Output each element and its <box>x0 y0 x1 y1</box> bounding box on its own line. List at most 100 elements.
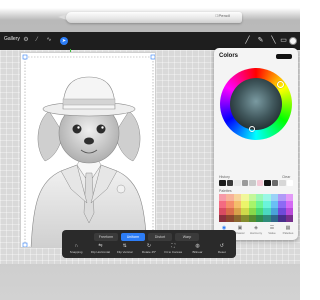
palette-swatch[interactable] <box>270 215 279 222</box>
palette-swatch[interactable] <box>285 194 293 201</box>
palette-swatch[interactable] <box>278 215 286 222</box>
palette-swatch[interactable] <box>248 208 256 215</box>
palette-swatch[interactable] <box>278 194 286 201</box>
brightness-knob[interactable] <box>249 126 255 132</box>
palette-swatch[interactable] <box>219 194 227 201</box>
palette-swatch[interactable] <box>219 215 227 222</box>
history-swatch[interactable] <box>234 180 241 186</box>
pencil-brand: Pencil <box>215 13 230 18</box>
palette-swatch[interactable] <box>278 208 286 215</box>
palette-swatch[interactable] <box>263 208 271 215</box>
transform-action-reset[interactable]: ↺ Reset <box>210 243 234 254</box>
current-color-swatch[interactable] <box>276 54 292 59</box>
palette-swatch[interactable] <box>241 215 249 222</box>
transform-action-label: Bilinear <box>192 250 203 254</box>
palette-swatch[interactable] <box>248 194 256 201</box>
magic-wand-icon[interactable]: ⁄ <box>33 36 41 45</box>
palette-swatch[interactable] <box>256 208 264 215</box>
transform-action-label: Reset <box>217 250 226 254</box>
smudge-icon[interactable]: ✎ <box>256 36 265 45</box>
gallery-link[interactable]: Gallery <box>4 36 20 42</box>
transform-mode-tabs: Freeform Uniform Distort Warp <box>94 233 199 241</box>
palette-swatch[interactable] <box>226 208 234 215</box>
palette-swatch[interactable] <box>263 215 271 222</box>
palette-swatch[interactable] <box>241 208 249 215</box>
palette-swatch[interactable] <box>241 194 249 201</box>
history-swatches <box>219 180 293 186</box>
transform-toolbar: Freeform Uniform Distort Warp ∩ Snapping ⇋ Fli… <box>62 230 236 258</box>
transform-action-flip-horizontal[interactable]: ⇋ Flip Horizontal <box>88 243 112 254</box>
palette-swatch[interactable] <box>226 215 234 222</box>
transform-action-bilinear[interactable]: ◍ Bilinear <box>185 243 209 254</box>
transform-mode-uniform[interactable]: Uniform <box>121 233 145 241</box>
palette-swatch[interactable] <box>256 194 264 201</box>
dog-illustration <box>22 54 155 247</box>
history-swatch[interactable] <box>241 180 248 186</box>
flip-horizontal-icon: ⇋ <box>98 243 103 249</box>
palette-swatch[interactable] <box>278 201 286 208</box>
palette-swatch[interactable] <box>263 194 271 201</box>
transform-arrow-icon[interactable]: ➤ <box>60 37 68 45</box>
palette-swatch[interactable] <box>248 215 256 222</box>
palette-swatch[interactable] <box>233 194 242 201</box>
eraser-icon[interactable]: ╲ <box>269 36 278 45</box>
palette-swatch[interactable] <box>226 201 234 208</box>
drawing-canvas[interactable] <box>20 52 156 248</box>
layers-icon[interactable]: ▭ <box>279 36 288 45</box>
color-mode-label: Value <box>268 231 276 235</box>
palette-swatch[interactable] <box>263 201 271 208</box>
tablet-screen: Gallery ⚙ ⁄ ∿ ➤ ╱ ✎ ╲ ▭ Colors History C… <box>0 32 300 264</box>
history-swatch[interactable] <box>256 180 263 186</box>
transform-action-flip-vertical[interactable]: ⇅ Flip Vertical <box>113 243 137 254</box>
palette-swatch[interactable] <box>233 215 242 222</box>
history-swatch[interactable] <box>286 180 293 186</box>
palette-swatch[interactable] <box>270 194 279 201</box>
history-swatch[interactable] <box>226 180 233 186</box>
transform-action-snapping[interactable]: ∩ Snapping <box>64 243 88 254</box>
transform-actions: ∩ Snapping ⇋ Flip Horizontal ⇅ Flip Vertical ↻… <box>64 243 234 254</box>
history-swatch[interactable] <box>279 180 286 186</box>
color-mode-label: Harmony <box>249 231 263 235</box>
history-swatch[interactable] <box>264 180 271 186</box>
saturation-brightness-disc[interactable] <box>230 78 282 130</box>
palette-swatch[interactable] <box>285 215 293 222</box>
brush-icon[interactable]: ╱ <box>243 36 252 45</box>
palette-swatch[interactable] <box>256 215 264 222</box>
colors-panel: Colors History Clear Palettes ◉Disc▣Clas… <box>214 48 298 240</box>
palette-swatch[interactable] <box>285 208 293 215</box>
transform-mode-freeform[interactable]: Freeform <box>94 233 118 241</box>
selection-icon[interactable]: ∿ <box>45 36 53 45</box>
palette-swatch[interactable] <box>219 208 227 215</box>
transform-action-label: Fit to Canvas <box>164 250 183 254</box>
palette-swatch[interactable] <box>270 201 279 208</box>
color-palette <box>219 194 293 222</box>
palette-swatch[interactable] <box>248 201 256 208</box>
palette-swatch[interactable] <box>226 194 234 201</box>
palette-swatch[interactable] <box>241 201 249 208</box>
history-swatch[interactable] <box>249 180 256 186</box>
palette-swatch[interactable] <box>285 201 293 208</box>
fit-screen-icon: ⛶ <box>171 243 176 249</box>
color-picker-button[interactable] <box>289 37 297 45</box>
history-swatch[interactable] <box>271 180 278 186</box>
transform-action-label: Rotate 45° <box>141 250 157 254</box>
transform-mode-distort[interactable]: Distort <box>148 233 172 241</box>
palette-swatch[interactable] <box>233 208 242 215</box>
colors-panel-title: Colors <box>219 53 239 59</box>
transform-action-fit-to-canvas[interactable]: ⛶ Fit to Canvas <box>161 243 185 254</box>
palette-swatch[interactable] <box>219 201 227 208</box>
color-mode-value[interactable]: ☰ Value <box>264 225 280 238</box>
reset-icon: ↺ <box>219 243 224 249</box>
hue-knob[interactable] <box>277 81 284 88</box>
history-swatch[interactable] <box>219 180 226 186</box>
color-disc[interactable] <box>220 68 292 140</box>
color-mode-harmony[interactable]: ◈ Harmony <box>248 225 264 238</box>
palette-swatch[interactable] <box>270 208 279 215</box>
palette-swatch[interactable] <box>233 201 242 208</box>
color-mode-palettes[interactable]: ▦ Palettes <box>280 225 296 238</box>
history-clear-button[interactable]: Clear <box>282 175 290 179</box>
transform-mode-warp[interactable]: Warp <box>175 233 199 241</box>
transform-action-rotate-45[interactable]: ↻ Rotate 45° <box>137 243 161 254</box>
wrench-icon[interactable]: ⚙ <box>22 36 30 45</box>
palette-swatch[interactable] <box>256 201 264 208</box>
